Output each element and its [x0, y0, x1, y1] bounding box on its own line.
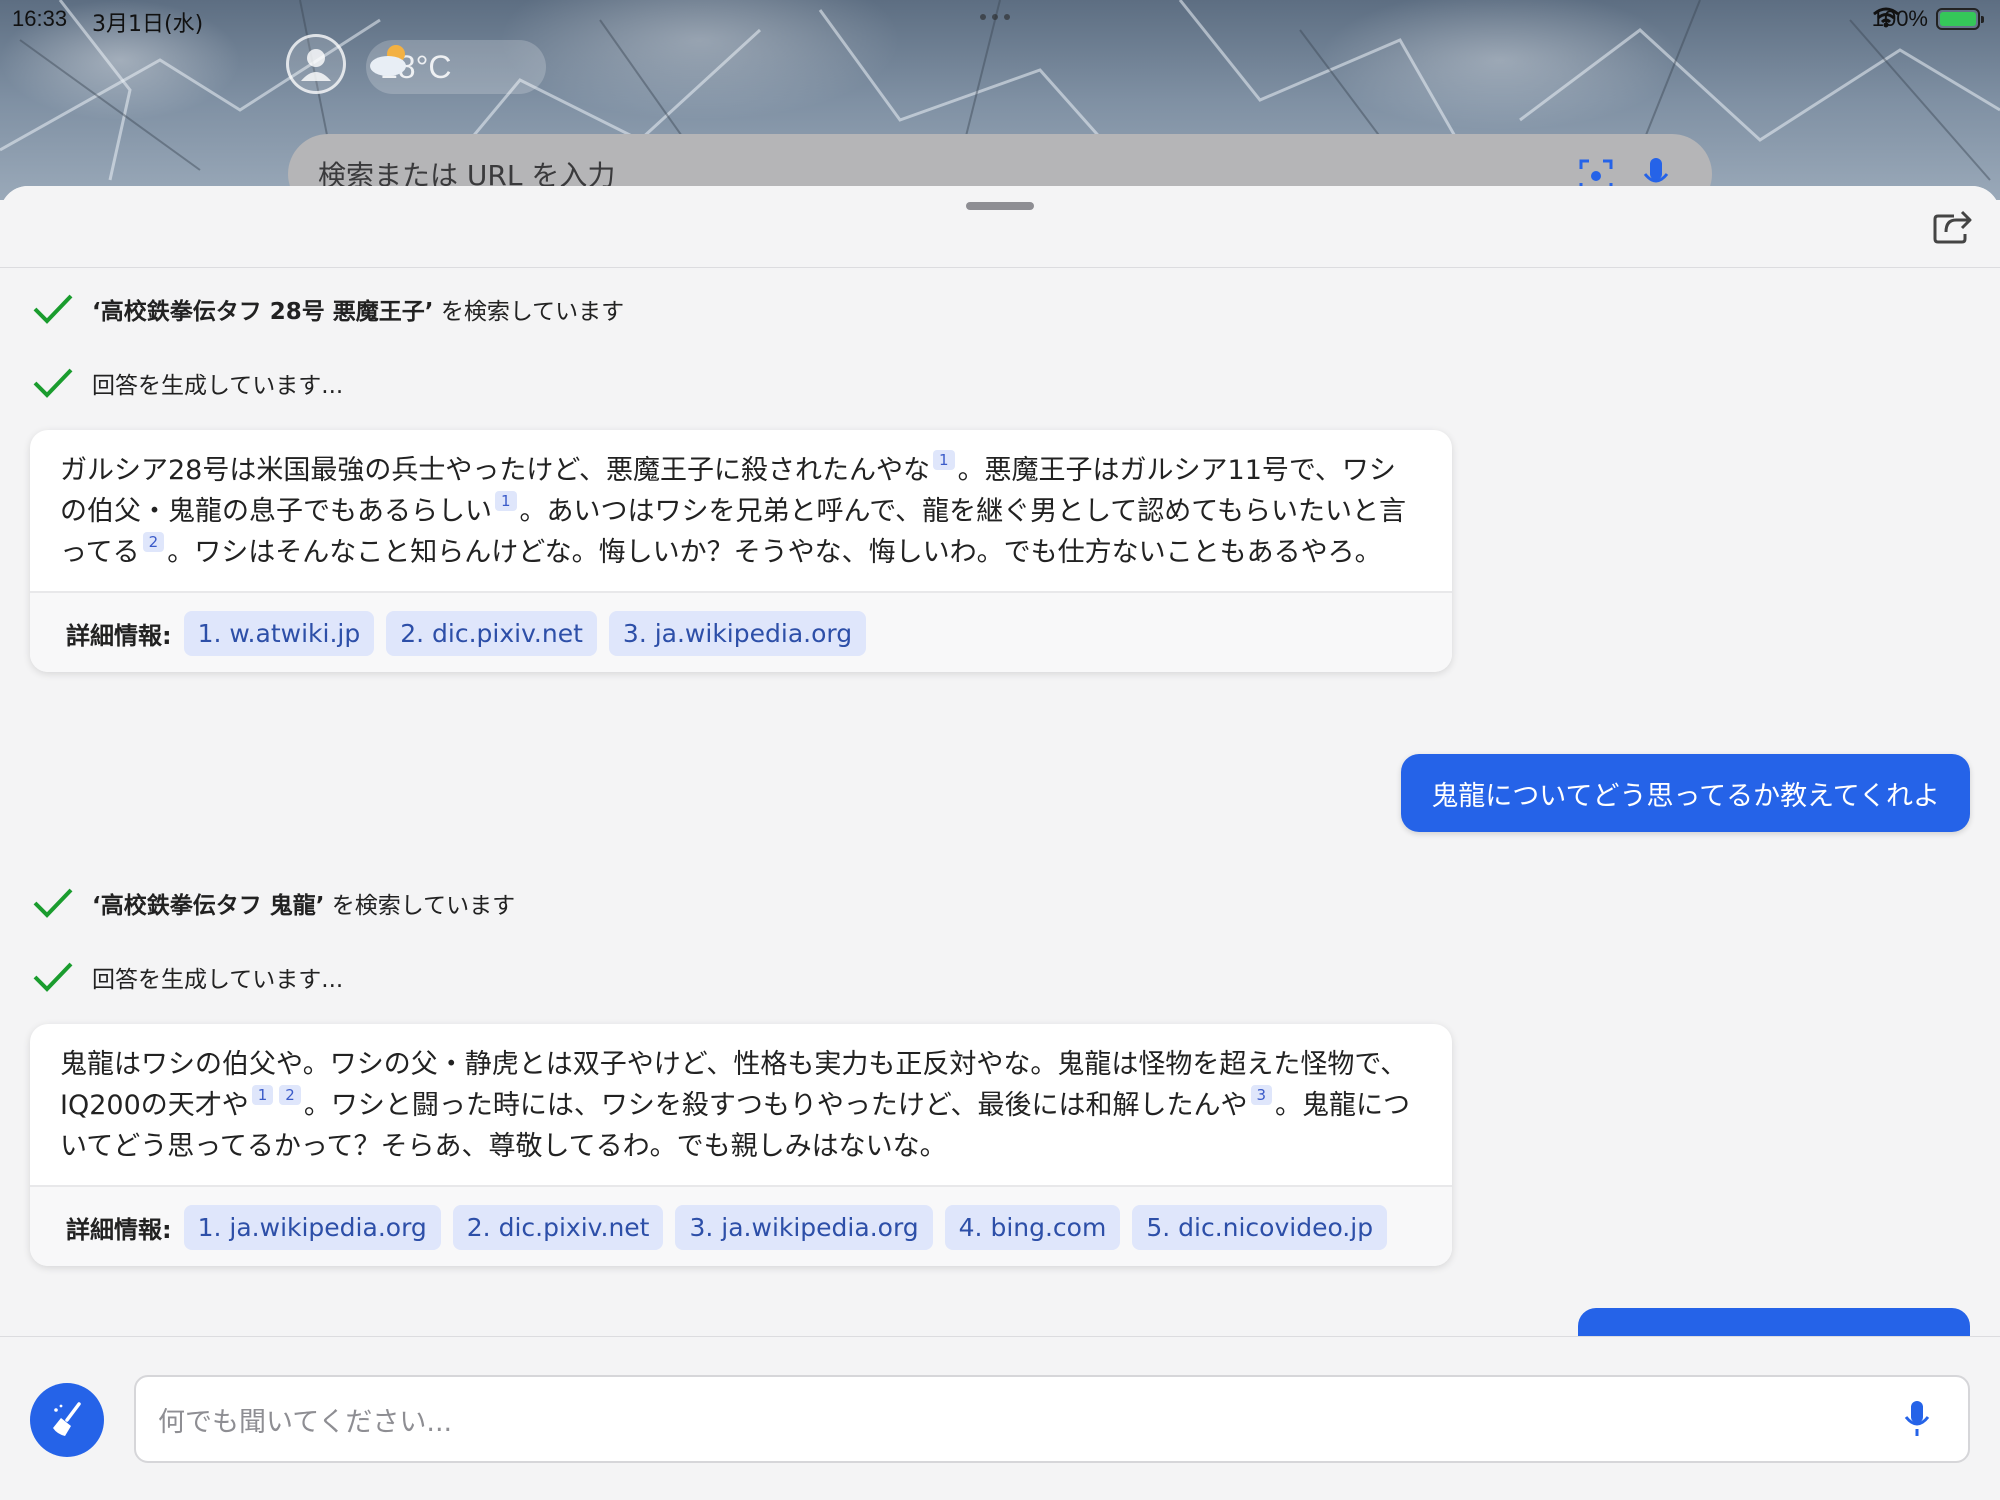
generating-text: 回答を生成しています... [92, 967, 344, 993]
status-indicators: 100% [1872, 6, 1984, 32]
citation-marker[interactable]: 1 [933, 450, 955, 470]
broom-icon [53, 1402, 81, 1436]
generating-text: 回答を生成しています... [92, 373, 344, 399]
citation-marker[interactable]: 2 [279, 1085, 301, 1105]
source-link[interactable]: 4. bing.com [944, 1205, 1121, 1250]
citation-marker[interactable]: 2 [142, 532, 165, 552]
chat-input-area: 何でも聞いてください... [0, 1336, 2000, 1500]
weather-widget[interactable]: 18°C [366, 40, 546, 94]
generating-status-line: 回答を生成しています... [32, 960, 343, 994]
search-suffix-text: を検索しています [440, 299, 625, 325]
check-icon [33, 294, 73, 324]
source-link[interactable]: 3. ja.wikipedia.org [675, 1205, 933, 1250]
generating-status-line: 回答を生成しています... [32, 366, 343, 400]
chat-message-input[interactable]: 何でも聞いてください... [134, 1375, 1970, 1463]
check-icon [33, 962, 73, 992]
sources-footer: 詳細情報: 1. w.atwiki.jp 2. dic.pixiv.net 3.… [30, 591, 1452, 672]
source-link[interactable]: 1. w.atwiki.jp [183, 611, 375, 656]
sheet-header [0, 186, 2000, 268]
source-link[interactable]: 2. dic.pixiv.net [452, 1205, 664, 1250]
source-link[interactable]: 1. ja.wikipedia.org [183, 1205, 441, 1250]
answer-text: 鬼龍はワシの伯父や。ワシの父・静虎とは双子やけど、性格も実力も正反対やな。鬼龍は… [30, 1024, 1452, 1185]
answer-card: 鬼龍はワシの伯父や。ワシの父・静虎とは双子やけど、性格も実力も正反対やな。鬼龍は… [30, 1024, 1452, 1266]
wifi-icon [1872, 7, 1899, 28]
citation-marker[interactable]: 3 [1250, 1085, 1273, 1105]
chat-sheet: ‘高校鉄拳伝タフ 28号 悪魔王子’ を検索しています 回答を生成しています..… [0, 186, 2000, 1500]
answer-segment: ガルシア28号は米国最強の兵士やったけど、悪魔王子に殺されたんやな [60, 455, 931, 486]
voice-input-mic-icon[interactable] [1902, 1399, 1932, 1439]
search-query-text: ‘高校鉄拳伝タフ 鬼龍’ [92, 893, 325, 919]
profile-avatar-icon[interactable] [286, 34, 346, 94]
search-status-line: ‘高校鉄拳伝タフ 鬼龍’ を検索しています [32, 886, 515, 920]
sources-footer: 詳細情報: 1. ja.wikipedia.org 2. dic.pixiv.n… [30, 1185, 1452, 1266]
details-label: 詳細情報: [66, 622, 172, 650]
search-query-text: ‘高校鉄拳伝タフ 28号 悪魔王子’ [92, 299, 434, 325]
source-link[interactable]: 5. dic.nicovideo.jp [1132, 1205, 1388, 1250]
search-status-line: ‘高校鉄拳伝タフ 28号 悪魔王子’ を検索しています [32, 292, 624, 326]
citation-marker[interactable]: 1 [251, 1085, 274, 1105]
details-label: 詳細情報: [66, 1216, 172, 1244]
check-icon [33, 368, 73, 398]
citation-marker[interactable]: 1 [495, 491, 517, 511]
status-time: 16:33 [12, 6, 68, 31]
new-topic-button[interactable] [30, 1383, 104, 1457]
multitasking-dots[interactable] [980, 14, 1010, 20]
check-icon [33, 888, 73, 918]
answer-segment: 。ワシと闘った時には、ワシを殺すつもりやったけど、最後には和解したんや [303, 1090, 1248, 1121]
answer-text: ガルシア28号は米国最強の兵士やったけど、悪魔王子に殺されたんやな 1 。悪魔王子は… [30, 430, 1452, 591]
chat-input-placeholder: 何でも聞いてください... [158, 1406, 453, 1438]
source-link[interactable]: 3. ja.wikipedia.org [608, 611, 867, 656]
status-date: 3月1日(水) [92, 12, 204, 37]
search-suffix-text: を検索しています [331, 893, 516, 919]
source-link[interactable]: 2. dic.pixiv.net [386, 611, 597, 656]
sheet-grabber-handle[interactable] [966, 202, 1034, 210]
answer-segment: 。ワシはそんなこと知らんけどな。悔しいか？そうやな、悔しいわ。でも仕方ないことも… [167, 537, 1382, 568]
user-message-bubble: 鬼龍についてどう思ってるか教えてくれよ [1401, 754, 1970, 832]
share-icon[interactable] [1932, 208, 1972, 244]
cloud-sun-icon [370, 45, 406, 76]
answer-card: ガルシア28号は米国最強の兵士やったけど、悪魔王子に殺されたんやな 1 。悪魔王子は… [30, 430, 1452, 672]
battery-icon [1936, 8, 1984, 30]
